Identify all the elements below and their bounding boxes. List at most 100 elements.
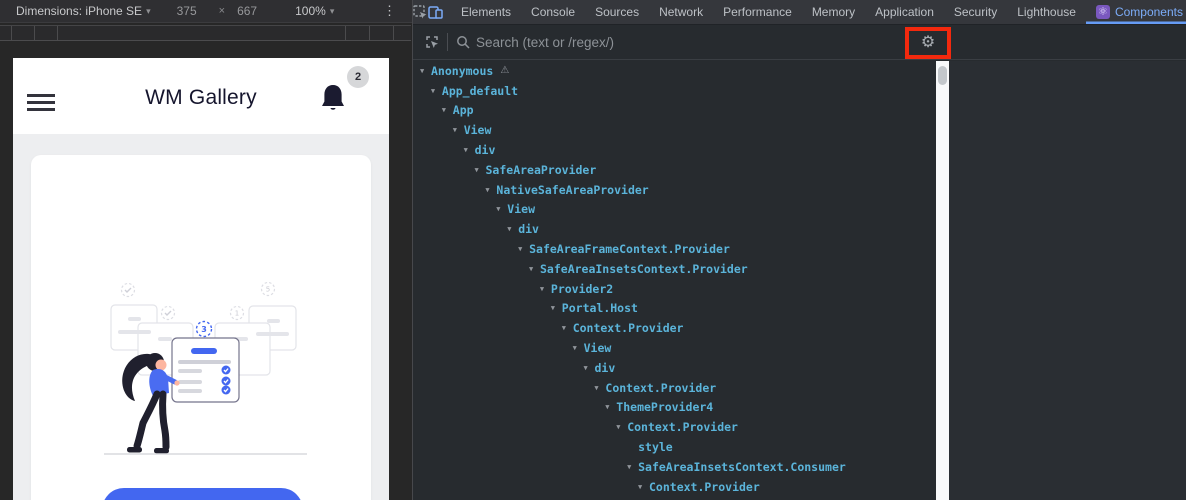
scrollbar-thumb[interactable] [938, 66, 947, 85]
device-dimensions-select[interactable]: Dimensions: iPhone SE ▾ [16, 4, 151, 18]
component-name: div [474, 143, 496, 158]
component-name: Provider2 [550, 281, 614, 296]
expand-arrow-icon[interactable]: ▼ [594, 384, 605, 392]
tab-label: Application [875, 5, 934, 19]
tab-application[interactable]: Application [865, 0, 944, 24]
phone-viewport: WM Gallery 2 5 1 3 [13, 58, 389, 500]
expand-arrow-icon[interactable]: ▼ [605, 403, 616, 411]
tree-row[interactable]: style [413, 437, 936, 457]
expand-arrow-icon[interactable]: ▼ [616, 423, 627, 431]
tree-row[interactable]: ▼ SafeAreaInsetsContext.Provider [413, 259, 936, 279]
device-width-field[interactable]: 375 [177, 4, 197, 18]
device-ruler [0, 25, 411, 41]
tab-security[interactable]: Security [944, 0, 1007, 24]
component-name: style [638, 440, 673, 455]
tree-row[interactable]: ▼ App_default [413, 81, 936, 101]
component-name: div [518, 222, 539, 237]
expand-arrow-icon[interactable]: ▼ [485, 186, 496, 194]
tree-row[interactable]: ▼ Context.Provider [413, 378, 936, 398]
tab-elements[interactable]: Elements [451, 0, 521, 24]
component-name: View [463, 123, 492, 138]
expand-arrow-icon[interactable]: ▼ [507, 225, 518, 233]
expand-arrow-icon[interactable]: ▼ [496, 205, 507, 213]
device-emulation-pane: Dimensions: iPhone SE ▾ 375 × 667 100% ▾… [0, 0, 412, 500]
tab-label: Sources [595, 5, 640, 19]
expand-arrow-icon[interactable]: ▼ [562, 324, 573, 332]
inspect-element-button[interactable] [413, 0, 428, 24]
tab-label: Memory [811, 5, 856, 19]
tree-row[interactable]: ▼ Context.Provider [413, 477, 936, 497]
tab-label: Security [953, 5, 998, 19]
tree-row[interactable]: ▼ SafeAreaProvider [413, 160, 936, 180]
tab-components[interactable]: ⚛ Components [1086, 0, 1186, 24]
tab-console[interactable]: Console [521, 0, 585, 24]
primary-action-button[interactable] [102, 488, 303, 500]
tab-lighthouse[interactable]: Lighthouse [1007, 0, 1086, 24]
expand-arrow-icon[interactable]: ▼ [453, 126, 464, 134]
tab-sources[interactable]: Sources [585, 0, 649, 24]
component-name: SafeAreaInsetsContext.Consumer [638, 459, 846, 474]
toggle-device-toolbar-button[interactable] [428, 0, 443, 24]
device-toolbar-menu-button[interactable]: ⋮ [383, 3, 396, 19]
tab-label: Performance [723, 5, 792, 19]
tree-row[interactable]: ▼ Context.Provider [413, 417, 936, 437]
search-input[interactable] [476, 34, 856, 50]
expand-arrow-icon[interactable]: ▼ [627, 463, 638, 471]
tree-row[interactable]: ▼ View [413, 200, 936, 220]
notification-bell-button[interactable] [320, 83, 346, 115]
device-dimensions-label: Dimensions: iPhone SE [16, 4, 143, 18]
expand-arrow-icon[interactable]: ▼ [518, 245, 529, 253]
expand-arrow-icon[interactable]: ▼ [464, 146, 475, 154]
tab-label: Console [531, 5, 576, 19]
expand-arrow-icon[interactable]: ▼ [540, 285, 551, 293]
expand-arrow-icon[interactable]: ▼ [420, 67, 431, 75]
tree-row[interactable]: ▼ div [413, 219, 936, 239]
select-component-button[interactable] [421, 34, 443, 50]
tree-row[interactable]: ▼ ThemeProvider4 [413, 398, 936, 418]
tree-row[interactable]: ▼ SafeAreaInsetsContext.Consumer [413, 457, 936, 477]
component-name: Portal.Host [561, 301, 638, 316]
component-name: Context.Provider [627, 420, 738, 435]
tree-row[interactable]: ▼ View [413, 338, 936, 358]
expand-arrow-icon[interactable]: ▼ [442, 106, 453, 114]
tree-row[interactable]: ▼ Anonymous ⚠ [413, 61, 936, 81]
component-name: SafeAreaProvider [485, 162, 597, 177]
screenshot-root: Dimensions: iPhone SE ▾ 375 × 667 100% ▾… [0, 0, 1186, 500]
expand-arrow-icon[interactable]: ▼ [529, 265, 540, 273]
tree-row[interactable]: ▼ Provider2 [413, 279, 936, 299]
tree-row[interactable]: ▼ SafeAreaFrameContext.Provider [413, 239, 936, 259]
tab-label: Lighthouse [1017, 5, 1076, 19]
svg-text:5: 5 [266, 286, 270, 294]
chevron-down-icon: ▾ [146, 5, 151, 16]
dimensions-multiply-sign: × [218, 5, 226, 17]
tree-row[interactable]: ▼ div [413, 358, 936, 378]
tab-memory[interactable]: Memory [802, 0, 865, 24]
tab-network[interactable]: Network [649, 0, 713, 24]
tree-row[interactable]: ▼ Portal.Host [413, 299, 936, 319]
tree-scrollbar[interactable] [936, 61, 949, 500]
tab-performance[interactable]: Performance [713, 0, 802, 24]
svg-text:3: 3 [201, 325, 207, 334]
component-tree: ▼ Anonymous ⚠ ▼ App_default ▼ App ▼ View ▼ div ▼ Saf… [413, 61, 936, 500]
expand-arrow-icon[interactable]: ▼ [431, 87, 442, 95]
expand-arrow-icon[interactable]: ▼ [573, 344, 584, 352]
tree-row[interactable]: ▼ App [413, 101, 936, 121]
expand-arrow-icon[interactable]: ▼ [638, 483, 649, 491]
component-name: SafeAreaFrameContext.Provider [529, 242, 730, 257]
tree-row[interactable]: ▼ View [413, 120, 936, 140]
component-name: View [583, 341, 612, 356]
devtools-tabs: Elements Console Sources Network Performance… [451, 0, 1186, 24]
settings-gear-button[interactable]: ⚙ [921, 35, 935, 51]
device-height-field[interactable]: 667 [237, 4, 257, 18]
component-name: Anonymous [431, 63, 494, 78]
expand-arrow-icon[interactable]: ▼ [475, 166, 486, 174]
device-zoom-select[interactable]: 100% ▾ [295, 4, 334, 18]
expand-arrow-icon[interactable]: ▼ [551, 304, 562, 312]
component-name: Context.Provider [572, 321, 684, 336]
tree-row[interactable]: ▼ Context.Provider [413, 318, 936, 338]
annotation-highlight-box: ⚙ [905, 27, 951, 59]
expand-arrow-icon[interactable]: ▼ [584, 364, 595, 372]
tree-row[interactable]: ▼ NativeSafeAreaProvider [413, 180, 936, 200]
tree-row[interactable]: ▼ div [413, 140, 936, 160]
devtools-tab-bar: Elements Console Sources Network Performance… [413, 0, 1186, 25]
